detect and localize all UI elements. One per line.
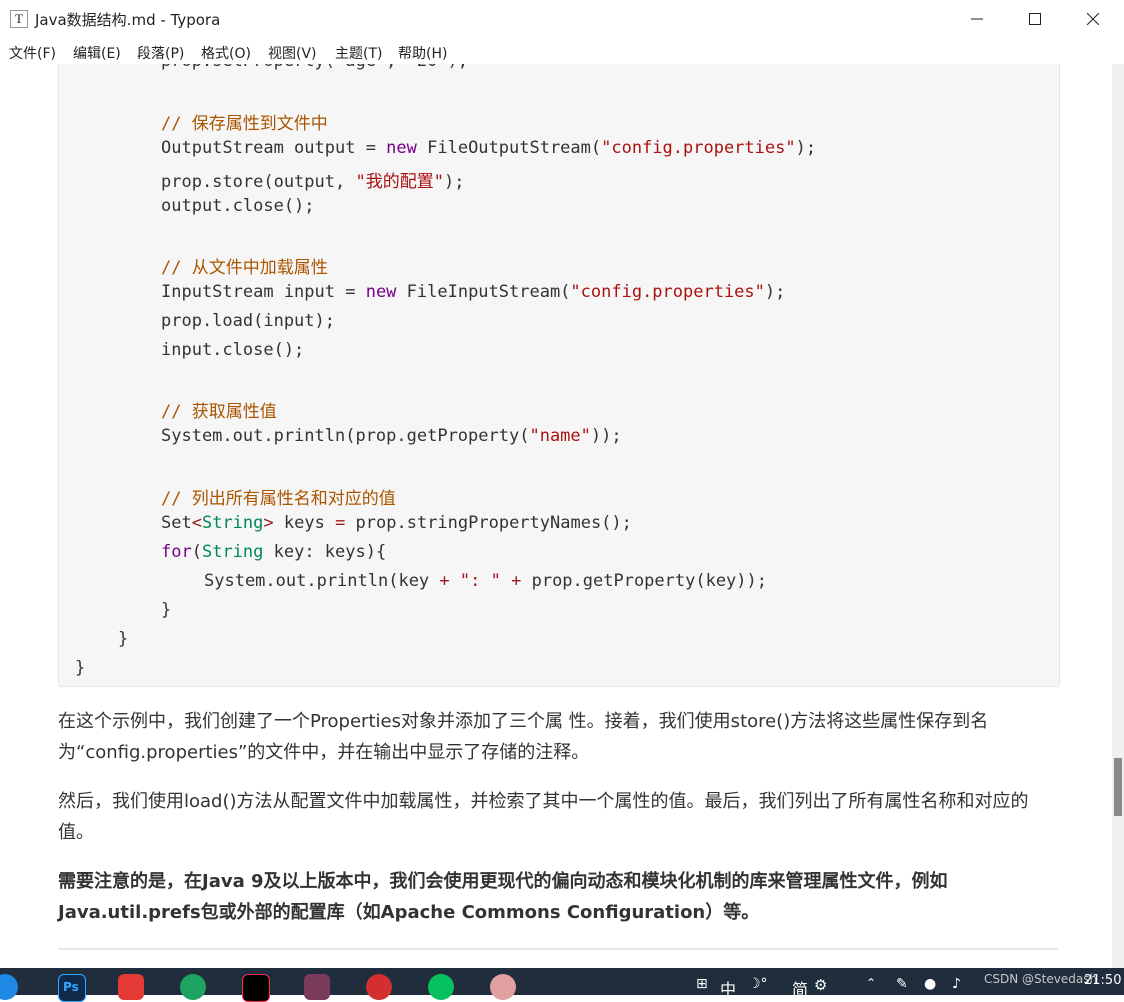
code-text: ); bbox=[443, 172, 465, 192]
paragraph[interactable]: 在这个示例中，我们创建了一个Properties对象并添加了三个属 性。接着，我… bbox=[58, 706, 1058, 768]
volume-icon[interactable]: ♪ bbox=[952, 976, 961, 992]
qq-icon[interactable]: ● bbox=[924, 976, 936, 992]
menu-file[interactable]: 文件(F) bbox=[9, 43, 56, 63]
code-text: keys bbox=[273, 513, 336, 533]
code-text: prop.stringPropertyNames(); bbox=[345, 513, 632, 533]
code-text: System.out.println(key bbox=[204, 571, 440, 591]
code-line-partial: prop.setProperty("age", "20"); bbox=[161, 64, 468, 80]
wechat-icon[interactable] bbox=[428, 974, 454, 1000]
grid-input-icon[interactable]: ⊞ bbox=[696, 976, 708, 992]
ime-mode[interactable]: 中 bbox=[720, 976, 736, 1000]
code-line-set: Set<String> keys = prop.stringPropertyNa… bbox=[161, 513, 632, 542]
code-text: key: keys){ bbox=[263, 542, 387, 562]
document-area[interactable]: prop.setProperty("age", "20"); // 保存属性到文… bbox=[0, 64, 1112, 968]
code-line-brace: } bbox=[118, 629, 129, 649]
code-operator: + bbox=[439, 571, 450, 591]
code-line-println: System.out.println(prop.getProperty("nam… bbox=[161, 426, 622, 455]
minimize-icon bbox=[971, 18, 983, 20]
code-line-load: prop.load(input); bbox=[161, 311, 335, 331]
code-keyword: new bbox=[365, 282, 397, 302]
intellij-icon[interactable] bbox=[242, 974, 270, 1002]
code-comment-load: // 从文件中加载属性 bbox=[161, 258, 328, 278]
code-comment-list: // 列出所有属性名和对应的值 bbox=[161, 489, 396, 509]
title-bar: T Java数据结构.md - Typora bbox=[0, 0, 1124, 38]
minimize-button[interactable] bbox=[948, 0, 1006, 38]
code-text: OutputStream output = bbox=[161, 138, 387, 158]
menu-paragraph[interactable]: 段落(P) bbox=[137, 43, 184, 63]
code-text: prop.getProperty(key)); bbox=[521, 571, 767, 591]
menu-theme[interactable]: 主题(T) bbox=[335, 43, 382, 63]
code-text: FileInputStream( bbox=[396, 282, 571, 302]
code-line-store: prop.store(output, "我的配置"); bbox=[161, 167, 464, 196]
typora-app-icon: T bbox=[10, 10, 28, 28]
code-comment-save: // 保存属性到文件中 bbox=[161, 114, 328, 134]
pen-icon[interactable]: ✎ bbox=[896, 976, 908, 992]
scrollbar-thumb[interactable] bbox=[1114, 758, 1122, 816]
edge-browser-icon[interactable] bbox=[180, 974, 206, 1000]
vertical-scrollbar[interactable] bbox=[1112, 64, 1124, 968]
menu-edit[interactable]: 编辑(E) bbox=[73, 43, 121, 63]
menu-bar: 文件(F) 编辑(E) 段落(P) 格式(O) 视图(V) 主题(T) 帮助(H… bbox=[0, 38, 1124, 64]
code-text: Set bbox=[161, 513, 192, 533]
code-string: "我的配置" bbox=[355, 172, 444, 192]
kugou-icon[interactable] bbox=[0, 974, 18, 1000]
maximize-icon bbox=[1029, 13, 1041, 25]
netease-music-icon[interactable] bbox=[366, 974, 392, 1000]
menu-view[interactable]: 视图(V) bbox=[268, 43, 317, 63]
menu-help[interactable]: 帮助(H) bbox=[398, 43, 447, 63]
maximize-button[interactable] bbox=[1006, 0, 1064, 38]
code-text: prop.store(output, bbox=[161, 172, 356, 192]
code-text: FileOutputStream( bbox=[416, 138, 602, 158]
code-operator: < bbox=[191, 513, 202, 533]
code-operator: = bbox=[335, 513, 346, 533]
code-block[interactable]: prop.setProperty("age", "20"); // 保存属性到文… bbox=[58, 64, 1060, 687]
code-line-output-close: output.close(); bbox=[161, 196, 315, 216]
close-icon bbox=[1087, 13, 1099, 25]
code-text: ); bbox=[795, 138, 817, 158]
code-type: String bbox=[201, 513, 264, 533]
code-line-brace: } bbox=[161, 600, 172, 620]
photoshop-icon[interactable]: Ps bbox=[58, 974, 86, 1002]
code-comment-get: // 获取属性值 bbox=[161, 402, 277, 422]
code-line-brace: } bbox=[75, 658, 86, 678]
code-type: String bbox=[201, 542, 264, 562]
code-text: ); bbox=[764, 282, 786, 302]
code-line-input-stream: InputStream input = new FileInputStream(… bbox=[161, 282, 785, 311]
code-text: System.out.println(prop.getProperty( bbox=[161, 426, 530, 446]
close-button[interactable] bbox=[1064, 0, 1122, 38]
moon-punctuation-icon[interactable]: ☽° bbox=[748, 976, 768, 992]
code-string: "config.properties" bbox=[601, 138, 796, 158]
clock-time[interactable]: 21:50 bbox=[1084, 973, 1121, 988]
code-line-for: for(String key: keys){ bbox=[161, 542, 386, 571]
code-string: ": " bbox=[459, 571, 501, 591]
horizontal-rule bbox=[58, 948, 1058, 950]
code-line-input-close: input.close(); bbox=[161, 340, 305, 360]
code-text: ( bbox=[191, 542, 202, 562]
code-text: InputStream input = bbox=[161, 282, 366, 302]
game-app-icon[interactable] bbox=[304, 974, 330, 1000]
code-keyword: new bbox=[386, 138, 417, 158]
code-operator: + bbox=[511, 571, 522, 591]
ime-simplified[interactable]: 简 bbox=[792, 976, 808, 1000]
wps-icon[interactable] bbox=[118, 974, 144, 1000]
ime-settings-gear-icon[interactable]: ⚙ bbox=[814, 976, 827, 994]
csdn-watermark: CSDN @Stevedash bbox=[984, 972, 1098, 986]
code-text: )); bbox=[590, 426, 622, 446]
code-keyword: for bbox=[161, 542, 192, 562]
code-string: "name" bbox=[529, 426, 591, 446]
menu-format[interactable]: 格式(O) bbox=[201, 43, 251, 63]
avatar-app-icon[interactable] bbox=[490, 974, 516, 1000]
code-line-print-key: System.out.println(key + ": " + prop.get… bbox=[204, 571, 767, 600]
paragraph[interactable]: 然后，我们使用load()方法从配置文件中加载属性，并检索了其中一个属性的值。最… bbox=[58, 786, 1058, 848]
code-operator: > bbox=[263, 513, 274, 533]
show-hidden-icons-icon[interactable]: ⌃ bbox=[866, 976, 876, 990]
taskbar: Ps ⊞ 中 ☽° 简 ⚙ ⌃ ✎ ● ♪ CSDN @Stevedash 21… bbox=[0, 968, 1124, 1002]
window-title: Java数据结构.md - Typora bbox=[35, 11, 221, 29]
code-line-output-stream: OutputStream output = new FileOutputStre… bbox=[161, 138, 816, 167]
code-string: "config.properties" bbox=[570, 282, 765, 302]
paragraph-bold[interactable]: 需要注意的是，在Java 9及以上版本中，我们会使用更现代的偏向动态和模块化机制… bbox=[58, 866, 1058, 928]
